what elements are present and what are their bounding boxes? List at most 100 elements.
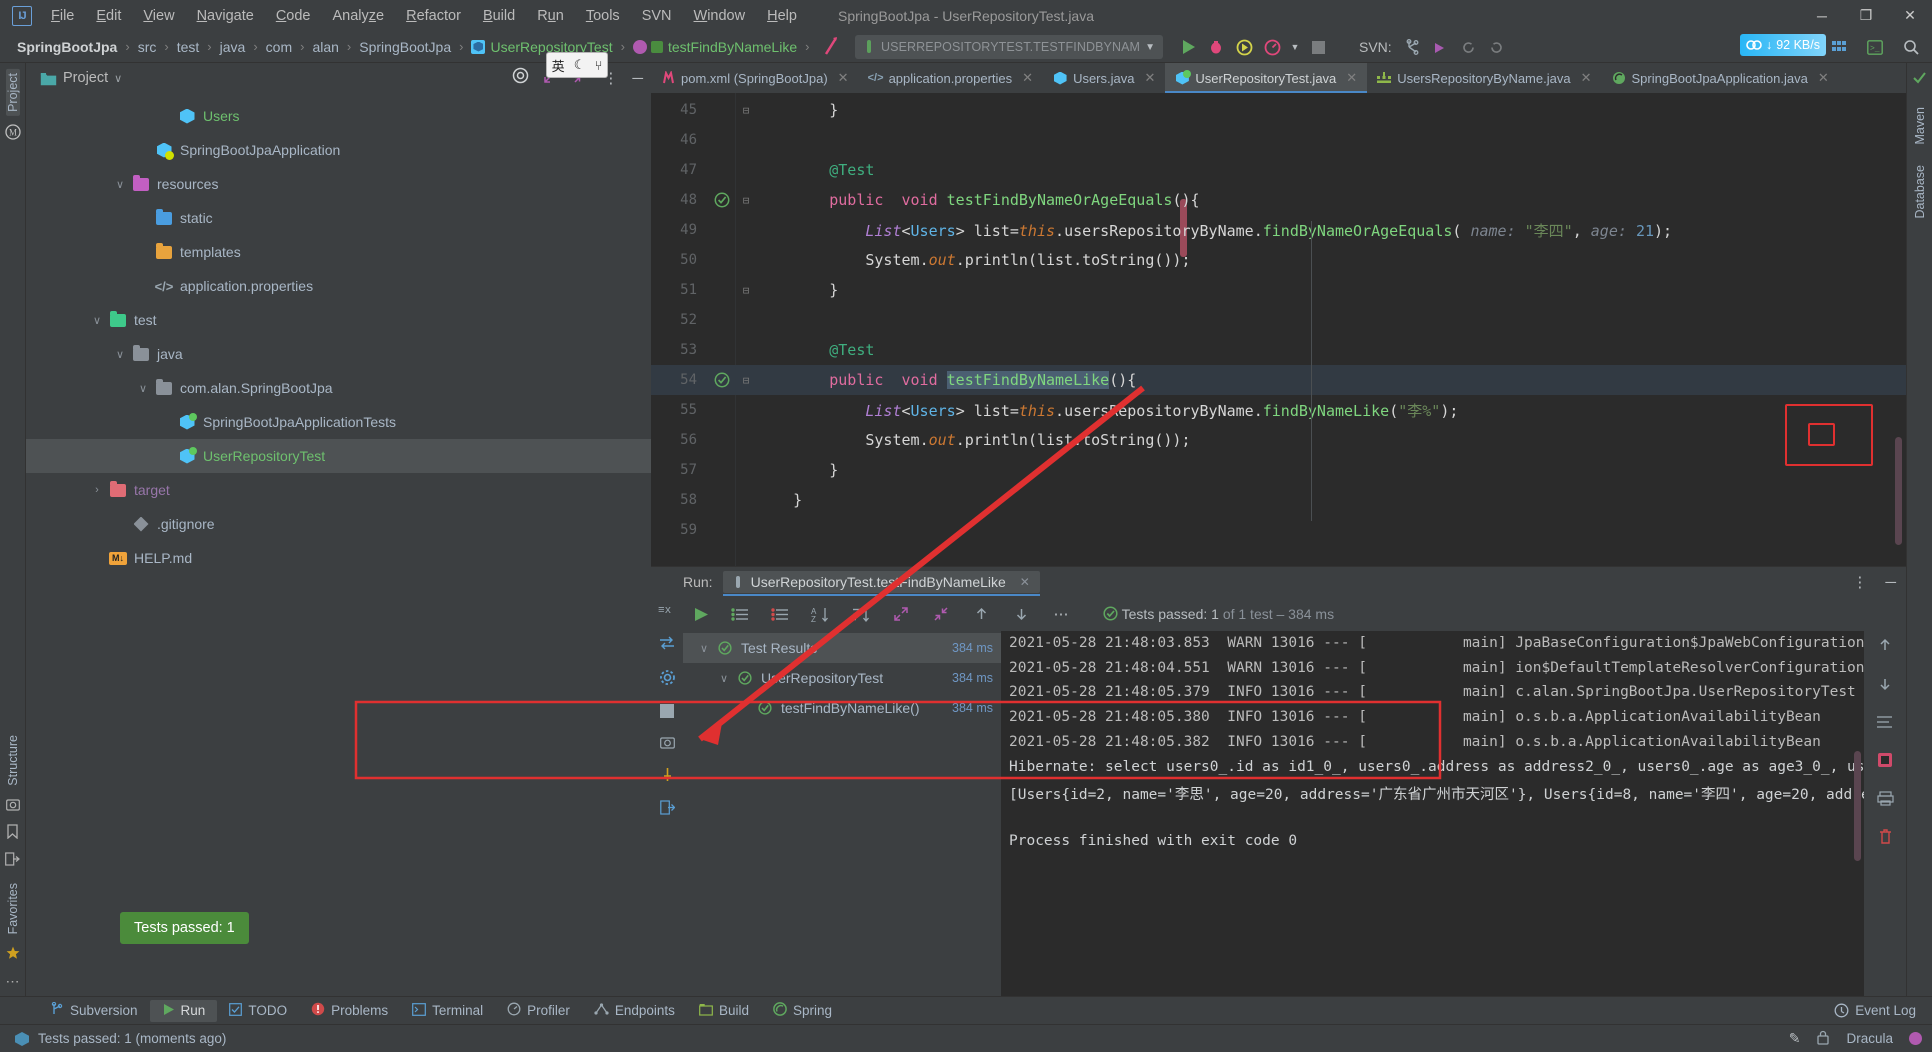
console-settings-icon[interactable] <box>1877 752 1893 773</box>
code-line-47[interactable]: 47 @Test <box>651 155 1906 185</box>
layout-grid-icon[interactable] <box>1826 34 1852 60</box>
tool-window-run[interactable]: Run <box>149 999 218 1022</box>
tool-window-build[interactable]: Build <box>687 1000 761 1022</box>
code-line-49[interactable]: 49 List<Users> list=this.usersRepository… <box>651 215 1906 245</box>
rail-item-maven[interactable]: Maven <box>1913 103 1927 149</box>
rail-item-structure[interactable]: Structure <box>6 731 20 790</box>
code-line-58[interactable]: 58 } <box>651 485 1906 515</box>
editor-tab-springbootjpaapplication-java[interactable]: SpringBootJpaApplication.java ✕ <box>1602 63 1839 93</box>
event-log-button[interactable]: Event Log <box>1834 1003 1932 1018</box>
more-rail-icon[interactable]: ⋯ <box>6 973 20 990</box>
tool-window-spring[interactable]: Spring <box>761 999 844 1022</box>
code-fold-toggle[interactable]: ⊟ <box>735 194 757 207</box>
run-panel-hide-icon[interactable]: ─ <box>1885 574 1896 591</box>
tree-item-target[interactable]: › target <box>26 473 651 507</box>
scroll-down-icon[interactable] <box>1877 676 1893 697</box>
test-expand-arrow[interactable]: ∨ <box>713 672 735 685</box>
code-line-46[interactable]: 46 <box>651 125 1906 155</box>
tool-window-subversion[interactable]: Subversion <box>38 999 150 1022</box>
tree-expand-arrow[interactable]: ∨ <box>109 178 131 191</box>
pin-icon[interactable] <box>661 767 674 787</box>
bookmarks-rail-icon[interactable] <box>7 823 18 844</box>
editor-tab-usersrepositorybyname-java[interactable]: UsersRepositoryByName.java ✕ <box>1367 63 1601 93</box>
tree-item-help-md[interactable]: M↓ HELP.md <box>26 541 651 575</box>
next-test-icon[interactable] <box>1009 602 1033 626</box>
menu-run[interactable]: Run <box>526 4 575 28</box>
menu-tools[interactable]: Tools <box>575 4 631 28</box>
run-anchor-icon[interactable] <box>820 34 842 63</box>
code-line-56[interactable]: 56 System.out.println(list.toString()); <box>651 425 1906 455</box>
rail-item-database[interactable]: Database <box>1913 161 1927 223</box>
breadcrumb-package[interactable]: SpringBootJpa <box>356 37 454 57</box>
code-line-57[interactable]: 57 } <box>651 455 1906 485</box>
maximize-button[interactable]: ❐ <box>1844 0 1888 31</box>
debug-button[interactable] <box>1203 34 1229 60</box>
camera-icon[interactable] <box>659 736 675 754</box>
run-configuration-selector[interactable]: USERREPOSITORYTEST.TESTFINDBYNAMELIKE ▼ <box>855 35 1163 59</box>
export-icon[interactable] <box>659 800 675 820</box>
menu-navigate[interactable]: Navigate <box>186 4 265 28</box>
editor-tab-close-icon[interactable]: ✕ <box>838 70 849 86</box>
project-panel-chevron-icon[interactable]: ∨ <box>114 72 122 85</box>
settings-gear-icon[interactable] <box>659 669 676 691</box>
profile-dropdown-icon[interactable]: ▼ <box>1287 34 1303 60</box>
menu-view[interactable]: View <box>132 4 185 28</box>
scroll-up-icon[interactable] <box>1877 637 1893 658</box>
tool-window-endpoints[interactable]: Endpoints <box>582 999 687 1022</box>
menu-analyze[interactable]: Analyze <box>322 4 396 28</box>
menu-refactor[interactable]: Refactor <box>395 4 472 28</box>
breadcrumb-src[interactable]: src <box>135 37 160 57</box>
breadcrumb-com[interactable]: com <box>263 37 295 57</box>
maven-rail-icon[interactable]: M <box>4 124 21 145</box>
tree-expand-arrow[interactable]: › <box>86 484 108 496</box>
code-fold-toggle[interactable]: ⊟ <box>735 284 757 297</box>
tree-item-java[interactable]: ∨ java <box>26 337 651 371</box>
menu-edit[interactable]: Edit <box>85 4 132 28</box>
pencil-icon[interactable]: ✎ <box>1789 1030 1801 1047</box>
tree-item-users[interactable]: Users <box>26 99 651 133</box>
menu-build[interactable]: Build <box>472 4 526 28</box>
code-line-51[interactable]: 51 ⊟ } <box>651 275 1906 305</box>
gutter-icon[interactable] <box>709 192 735 208</box>
editor-tab-userrepositorytest-java[interactable]: UserRepositoryTest.java ✕ <box>1165 63 1368 93</box>
toggle-passed-tests-icon[interactable] <box>729 602 753 626</box>
tool-window-problems[interactable]: Problems <box>299 999 400 1022</box>
tree-item-application-properties[interactable]: </> application.properties <box>26 269 651 303</box>
project-panel-hide-icon[interactable]: ─ <box>632 70 643 87</box>
code-fold-toggle[interactable]: ⊟ <box>735 374 757 387</box>
editor-tab-close-icon[interactable]: ✕ <box>1346 70 1357 86</box>
code-editor[interactable]: 45 ⊟ } 46 47 @Test 48 ⊟ public void testFindB… <box>651 93 1906 566</box>
close-button[interactable]: ✕ <box>1888 0 1932 31</box>
previous-test-icon[interactable] <box>969 602 993 626</box>
test-tree-item-testfindbynamelike-[interactable]: testFindByNameLike() 384 ms <box>683 693 1001 723</box>
project-tree[interactable]: Users SpringBootJpaApplication ∨ resources s… <box>26 93 651 996</box>
editor-tab-application-properties[interactable]: </> application.properties ✕ <box>859 63 1043 93</box>
test-results-tree[interactable]: ∨ Test Results 384 ms ∨ UserRepositoryTest 38… <box>683 631 1001 996</box>
editor-tab-pom-xml-springbootjpa-[interactable]: pom.xml (SpringBootJpa) ✕ <box>651 63 859 93</box>
tree-expand-arrow[interactable]: ∨ <box>109 348 131 361</box>
menu-window[interactable]: Window <box>683 4 757 28</box>
code-line-55[interactable]: 55 List<Users> list=this.usersRepository… <box>651 395 1906 425</box>
code-line-59[interactable]: 59 <box>651 515 1906 545</box>
photo-rail-icon[interactable] <box>5 798 20 816</box>
tree-item--gitignore[interactable]: .gitignore <box>26 507 651 541</box>
editor-tab-close-icon[interactable]: ✕ <box>1022 70 1033 86</box>
tree-item-static[interactable]: static <box>26 201 651 235</box>
filter-icon[interactable]: ≡x <box>658 601 676 622</box>
tree-item-templates[interactable]: templates <box>26 235 651 269</box>
tree-expand-arrow[interactable]: ∨ <box>132 382 154 395</box>
run-panel-more-icon[interactable]: ⋮ <box>1852 573 1867 591</box>
rerun-auto-icon[interactable] <box>658 635 676 656</box>
sort-by-duration-icon[interactable] <box>849 602 873 626</box>
editor-tab-close-icon[interactable]: ✕ <box>1818 70 1829 86</box>
rail-item-project[interactable]: Project <box>5 69 20 116</box>
stop-icon[interactable] <box>660 704 674 723</box>
star-rail-icon[interactable] <box>6 946 20 965</box>
tree-item-springbootjpaapplication[interactable]: SpringBootJpaApplication <box>26 133 651 167</box>
lock-icon[interactable] <box>1816 1030 1830 1048</box>
svn-revert-icon[interactable] <box>1484 34 1510 60</box>
breadcrumb-java[interactable]: java <box>217 37 249 57</box>
menu-file[interactable]: File <box>40 4 85 28</box>
tool-window-todo[interactable]: TODO <box>217 1000 299 1022</box>
tool-window-profiler[interactable]: Profiler <box>495 999 582 1022</box>
